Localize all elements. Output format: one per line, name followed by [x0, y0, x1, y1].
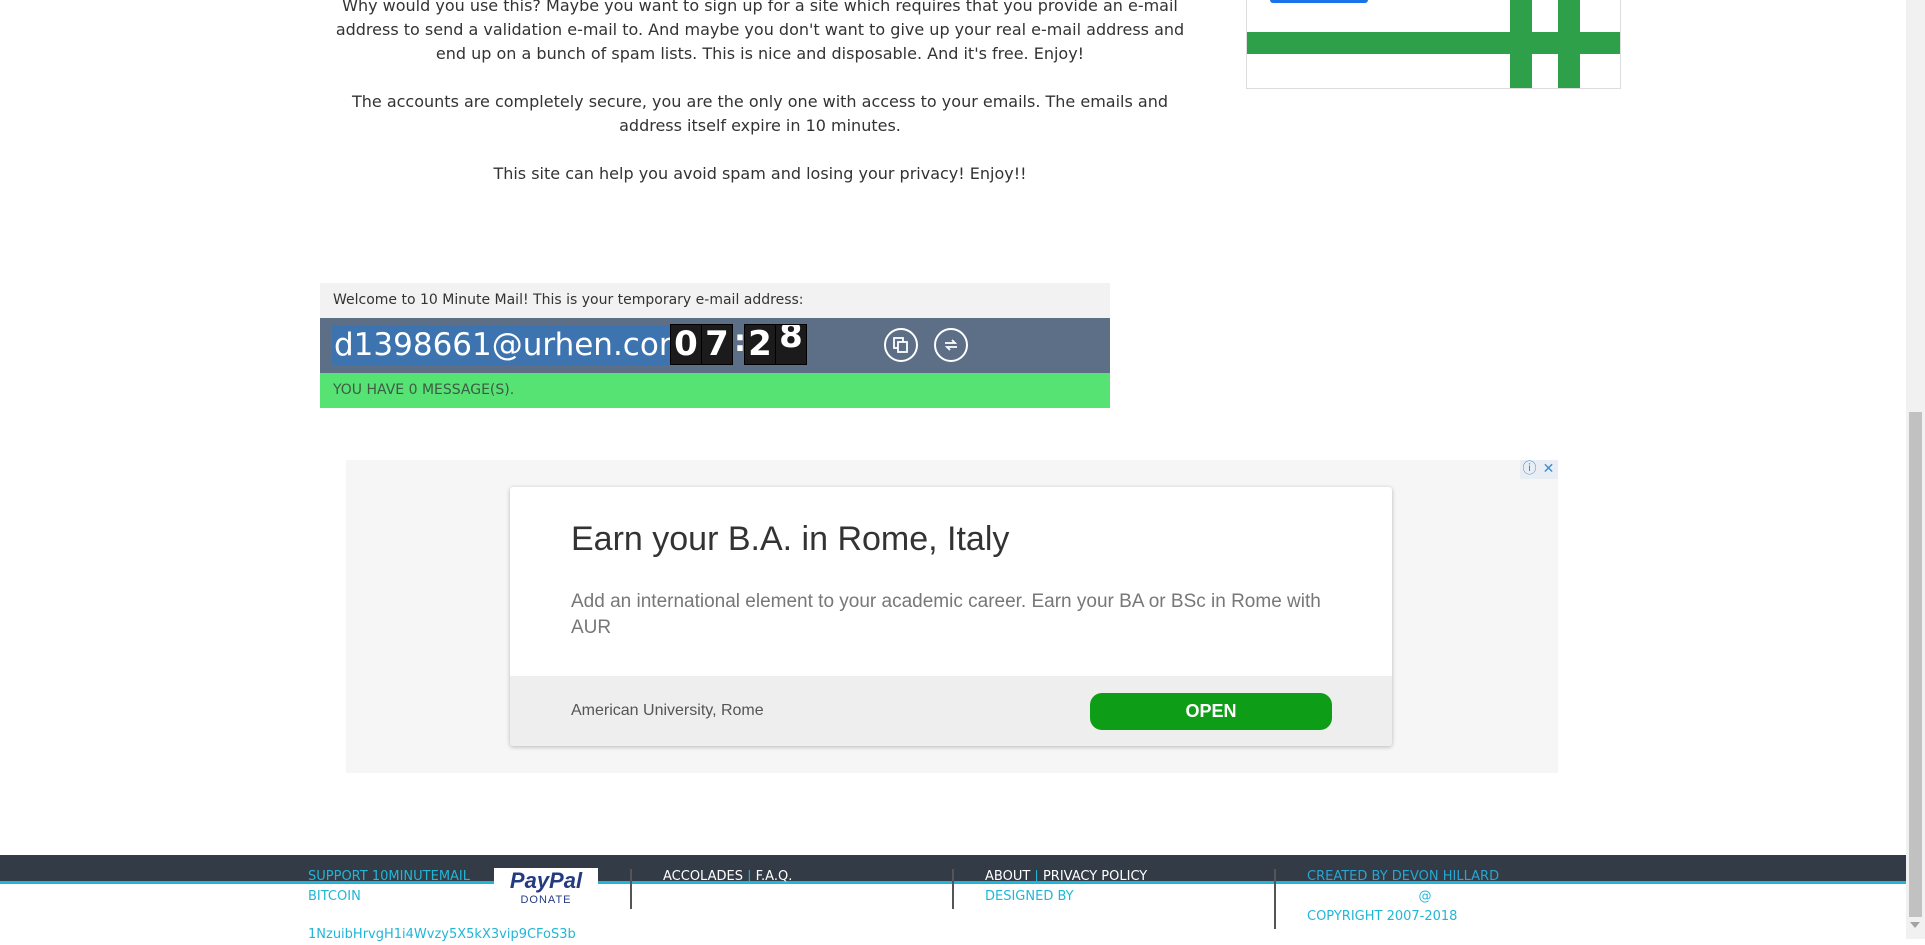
faq-link[interactable]: F.A.Q. — [756, 869, 793, 884]
ad-advertiser: American University, Rome — [571, 702, 764, 719]
footer-divider — [952, 869, 954, 909]
digitalsanctuary-link[interactable]: DIGITALSANCTUARY — [1436, 889, 1566, 904]
designed-by-label: DESIGNED BY — [985, 889, 1074, 904]
footer-links-col-1: ACCOLADES | F.A.Q. BLOG ENTRIES — [663, 867, 792, 907]
ad-container: ⓘ ✕ Earn your B.A. in Rome, Italy Add an… — [346, 460, 1558, 773]
email-address[interactable]: d1398661@urhen.com — [332, 325, 692, 365]
at-sign: @ — [1418, 889, 1432, 904]
scrollbar[interactable] — [1906, 0, 1925, 939]
intro-text: Why would you use this? Maybe you want t… — [330, 0, 1190, 210]
footer-divider — [630, 869, 632, 909]
footer-divider — [1274, 869, 1276, 929]
timer-minute-ones: 7 — [701, 324, 733, 365]
side-ad-graphic — [1558, 0, 1580, 88]
timer-second-tens: 2 — [744, 324, 776, 365]
adchoices-icon[interactable]: ⓘ — [1520, 460, 1539, 479]
support-heading: SUPPORT 10MINUTEMAIL — [308, 869, 471, 884]
ad-title[interactable]: Earn your B.A. in Rome, Italy — [571, 520, 1009, 559]
ad-open-button[interactable]: OPEN — [1090, 693, 1332, 730]
message-count: YOU HAVE 0 MESSAGE(S). — [320, 373, 1110, 408]
footer-links-col-2: ABOUT | PRIVACY POLICY DESIGNED BY PIYU.… — [985, 867, 1147, 907]
footer-credits-col: CREATED BY DEVON HILLARD DEVON HILLARD @… — [1307, 867, 1565, 927]
scroll-down-icon[interactable] — [1910, 922, 1920, 928]
footer: SUPPORT 10MINUTEMAIL BITCOIN 1NzuibHrvgH… — [0, 855, 1906, 942]
paypal-donate-button[interactable]: PayPal DONATE — [494, 868, 598, 910]
bitcoin-label: BITCOIN — [308, 889, 361, 904]
side-ad-graphic — [1510, 0, 1532, 88]
intro-paragraph-2: The accounts are completely secure, you … — [351, 92, 1168, 135]
copy-button[interactable] — [884, 328, 918, 362]
welcome-text: Welcome to 10 Minute Mail! This is your … — [320, 283, 1110, 318]
ad-description: Add an international element to your aca… — [571, 591, 1321, 638]
side-ad-banner[interactable] — [1246, 0, 1621, 89]
scrollbar-thumb[interactable] — [1909, 412, 1922, 917]
created-by: CREATED BY DEVON HILLARD — [1307, 869, 1500, 884]
timer-second-ones: 8 — [775, 324, 807, 365]
timer-minute-tens: 0 — [670, 324, 702, 365]
blog-link[interactable]: BLOG ENTRIES — [663, 887, 792, 907]
refresh-icon — [944, 339, 958, 351]
address-bar: d1398661@urhen.com 0 7 : 2 8 — [320, 318, 1110, 373]
link-separator: | — [747, 869, 752, 884]
copy-icon — [893, 337, 908, 353]
side-ad-button[interactable] — [1270, 0, 1368, 3]
about-link[interactable]: ABOUT — [985, 869, 1030, 884]
close-icon[interactable]: ✕ — [1539, 460, 1558, 479]
accolades-link[interactable]: ACCOLADES — [663, 869, 743, 884]
timer-colon: : — [734, 324, 746, 359]
refresh-button[interactable] — [934, 328, 968, 362]
paypal-logo: PayPal — [509, 868, 583, 893]
mailbox-panel: Welcome to 10 Minute Mail! This is your … — [320, 283, 1110, 408]
footer-support-col: SUPPORT 10MINUTEMAIL BITCOIN — [308, 867, 470, 907]
bitcoin-address[interactable]: 1NzuibHrvgH1i4Wvzy5X5kX3vip9CFoS3b — [308, 925, 576, 945]
privacy-link[interactable]: PRIVACY POLICY — [1043, 869, 1147, 884]
devon-link[interactable]: DEVON HILLARD — [1307, 889, 1414, 904]
paypal-donate-label: DONATE — [520, 894, 572, 906]
ad-card[interactable]: Earn your B.A. in Rome, Italy Add an int… — [510, 487, 1392, 746]
intro-paragraph-3: This site can help you avoid spam and lo… — [493, 164, 1027, 183]
designer-link[interactable]: PIYU.CUBE — [1078, 889, 1147, 904]
intro-paragraph-1: Why would you use this? Maybe you want t… — [335, 0, 1185, 63]
ad-controls: ⓘ ✕ — [1520, 460, 1558, 479]
link-separator: | — [1034, 869, 1039, 884]
ad-footer: American University, Rome OPEN — [510, 676, 1392, 746]
copyright: COPYRIGHT 2007-2018 — [1307, 909, 1458, 924]
